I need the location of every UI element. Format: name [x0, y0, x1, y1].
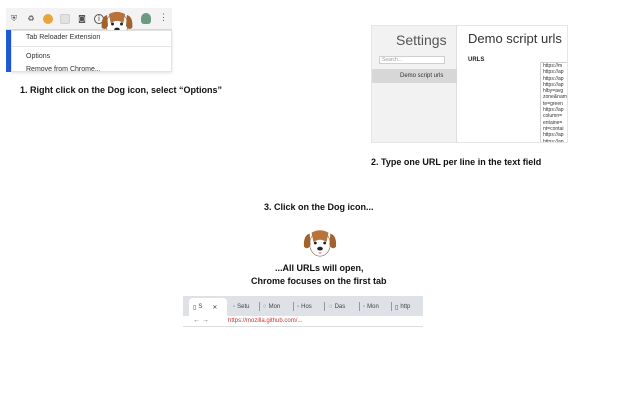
step3-caption: 3. Click on the Dog icon... [264, 202, 374, 212]
back-forward-icon[interactable]: ← → [193, 317, 209, 324]
url-line: https://ap [543, 138, 564, 143]
sidebar-item-demo-script-urls[interactable]: Demo script urls [372, 69, 457, 83]
step2-caption: 2. Type one URL per line in the text fie… [371, 157, 542, 167]
settings-panel: Settings Search... Demo script urls Demo… [371, 25, 568, 143]
tab-das[interactable]: ◌ Das [329, 298, 345, 316]
menu-kebab-icon[interactable]: ⋮ [159, 12, 168, 23]
address-bar[interactable]: ← → https://mozilla.github.com/... [183, 316, 423, 327]
settings-search-input[interactable]: Search... [379, 56, 445, 64]
recycle-icon[interactable]: ♻ [26, 14, 36, 24]
loading-icon: ◦ [363, 304, 366, 310]
tab-mon-2[interactable]: ◦ Mon [363, 298, 379, 316]
settings-sidebar: Settings Search... Demo script urls [372, 26, 457, 142]
tab-mon-1[interactable]: ◌ Mon [263, 298, 280, 316]
menu-item-remove[interactable]: Remove from Chrome... [26, 66, 101, 73]
loading-icon: ◌ [263, 304, 267, 310]
context-menu: Tab Reloader Extension Options Remove fr… [11, 30, 172, 73]
settings-heading: Demo script urls [468, 31, 562, 46]
result-line-1: ...All URLs will open, [275, 263, 364, 273]
tab-divider [293, 302, 294, 311]
tab-setup[interactable]: ◦ Setu [233, 298, 249, 316]
loading-icon: ◦ [233, 304, 236, 310]
tab-hos[interactable]: ◦ Hos [297, 298, 312, 316]
cookie-icon[interactable] [43, 13, 53, 24]
urls-label: URLS [468, 57, 485, 63]
loading-icon: ◌ [329, 304, 333, 310]
settings-title: Settings [396, 32, 447, 48]
tab-first[interactable]: ▯ S ✕ [189, 298, 227, 316]
tab-divider [391, 302, 392, 311]
shield-icon[interactable]: ⛨ [9, 14, 19, 24]
tab-divider [259, 302, 260, 311]
dog-icon-center[interactable] [300, 227, 340, 259]
camera-icon[interactable]: ◙ [77, 14, 87, 24]
menu-divider [12, 46, 171, 47]
result-line-2: Chrome focuses on the first tab [251, 276, 387, 286]
url-line: zone&nam [543, 94, 567, 101]
page-icon: ▯ [193, 304, 197, 311]
extension-green-icon[interactable] [141, 13, 151, 24]
close-icon[interactable]: ✕ [212, 304, 217, 311]
menu-item-extension-name[interactable]: Tab Reloader Extension [26, 34, 100, 41]
address-text: https://mozilla.github.com/... [228, 318, 303, 324]
step1-caption: 1. Right click on the Dog icon, select “… [20, 85, 223, 95]
loading-icon: ◦ [297, 304, 300, 310]
extension-icon[interactable] [60, 13, 70, 24]
urls-textarea[interactable]: https://m https://ap https://ap https://ap h… [540, 62, 567, 143]
tab-strip: ▯ S ✕ ◦ Setu ◌ Mon ◦ Hos ◌ Das ◦ Mon ▯ http [183, 296, 423, 316]
tab-http[interactable]: ▯ http [395, 298, 410, 316]
menu-item-options[interactable]: Options [26, 53, 50, 60]
tab-divider [324, 302, 325, 311]
page-icon: ▯ [395, 304, 399, 311]
tab-divider [359, 302, 360, 311]
